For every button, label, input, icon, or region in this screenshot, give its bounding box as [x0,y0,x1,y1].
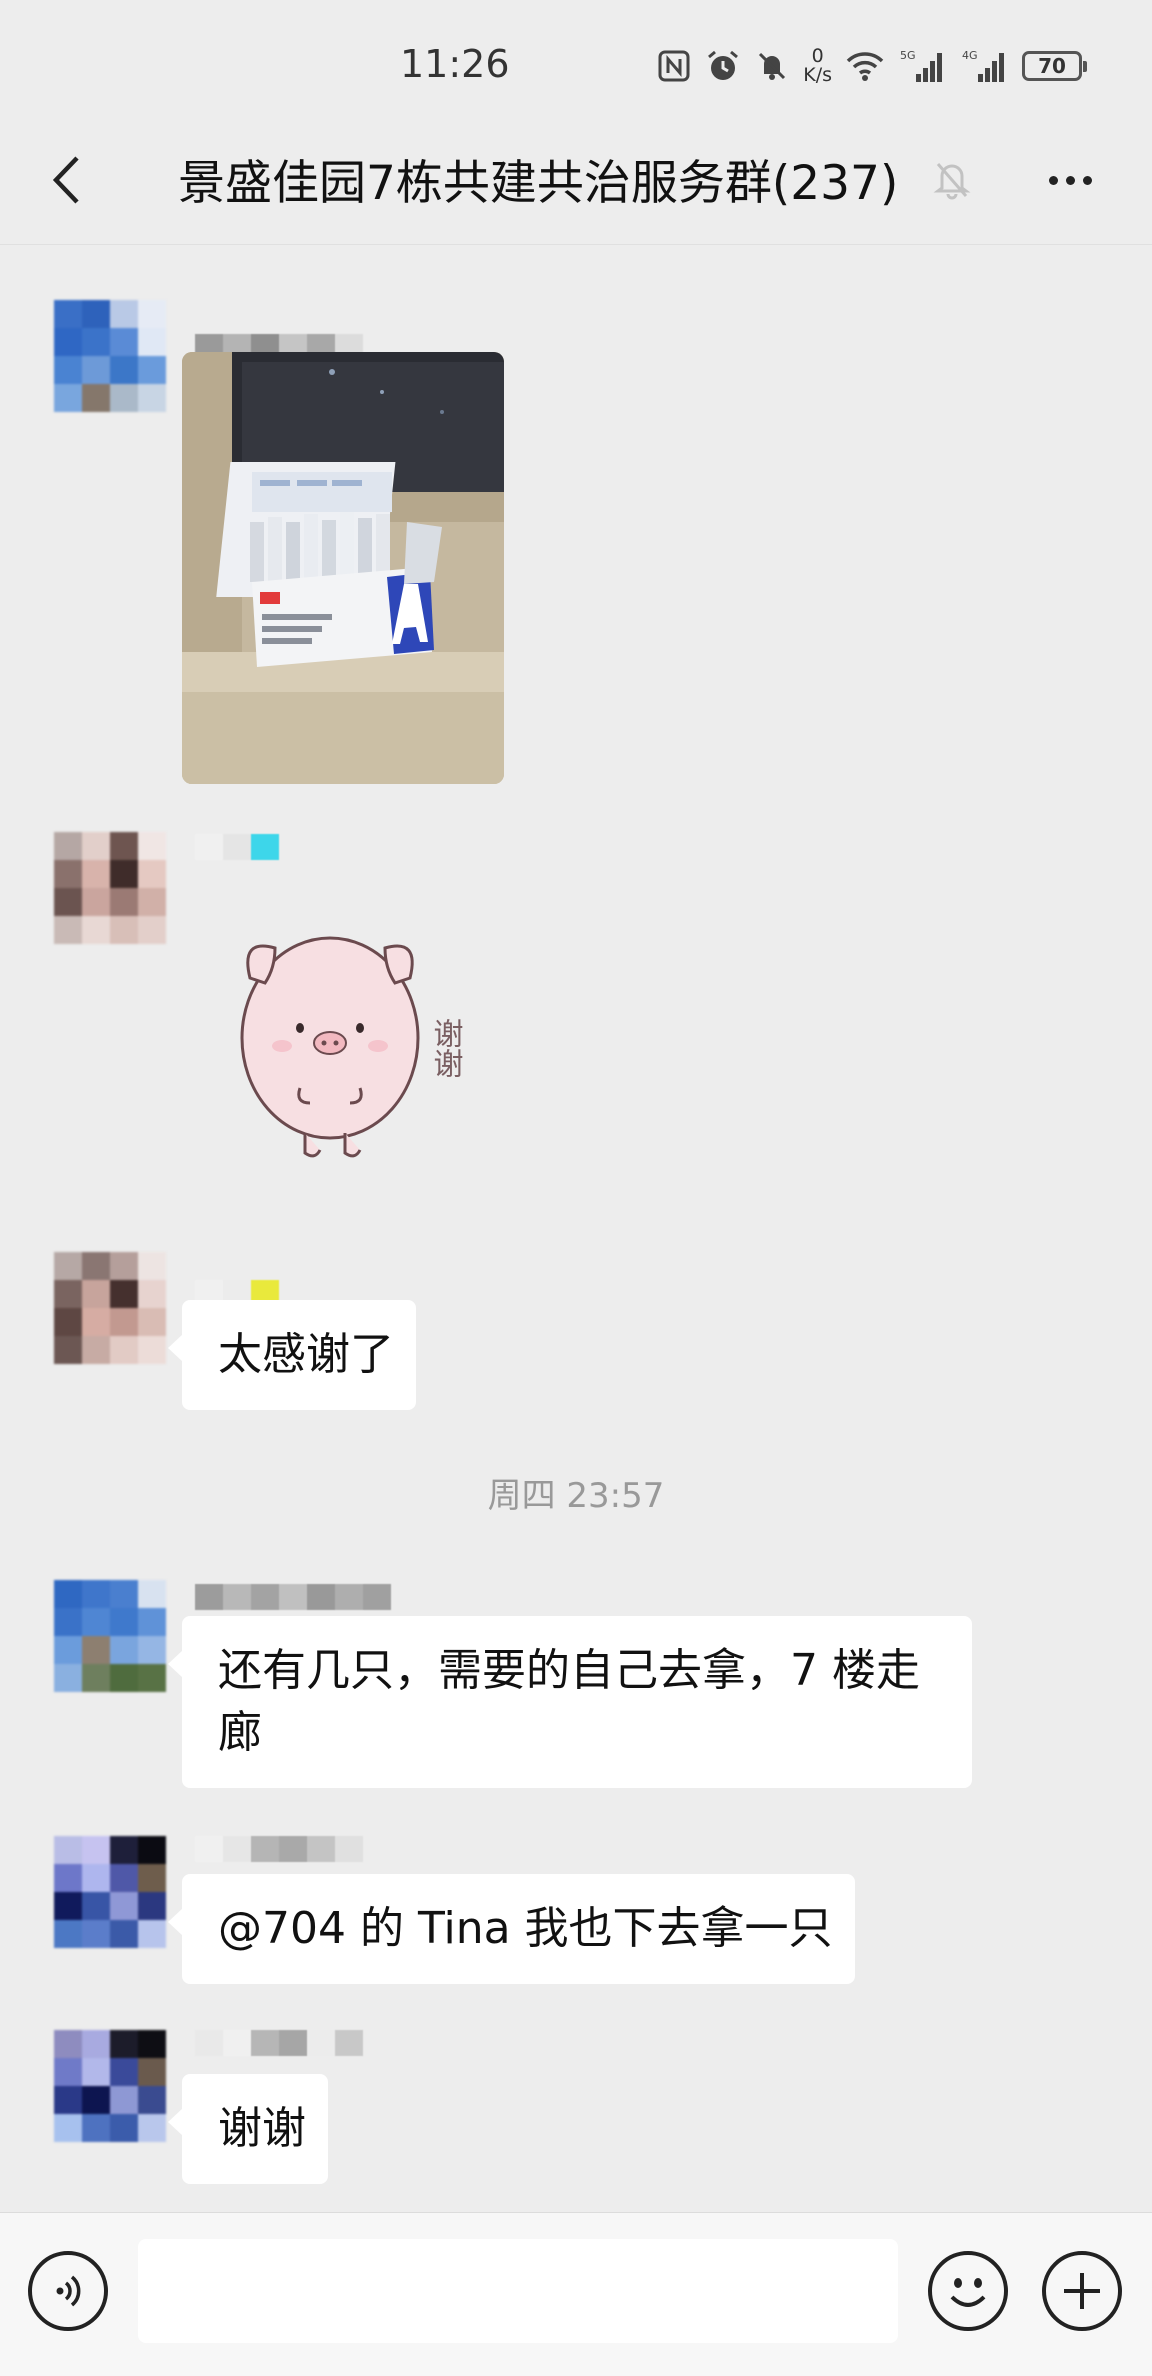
chat-header: 景盛佳园7栋共建共治服务群(237) [0,130,1152,245]
voice-button[interactable] [28,2251,108,2331]
more-dots-icon [1048,175,1058,185]
chat-image[interactable] [182,352,504,784]
back-arrow-icon [52,156,79,204]
avatar[interactable] [54,1252,166,1364]
test-kit-box-photo [182,352,504,784]
svg-text:4G: 4G [962,49,978,62]
mute-notification-icon [759,52,786,80]
message-timestamp: 周四 23:57 [487,1476,665,1516]
signal-5g-icon: 5G [900,49,942,82]
status-icons: 0 K/s 5G 4G 70 [657,45,1087,86]
pig-thank-you-sticker[interactable]: 谢谢 [220,918,500,1178]
nfc-icon [658,50,690,82]
plus-icon [1064,2273,1100,2309]
input-bar [0,2212,1152,2376]
emoji-button[interactable] [928,2251,1008,2331]
voice-icon [56,2275,81,2307]
svg-text:5G: 5G [900,49,916,62]
avatar[interactable] [54,2030,166,2142]
battery-indicator: 70 [1022,51,1087,81]
message-bubble[interactable]: 谢谢 [168,2074,328,2184]
network-speed: 0 K/s [803,45,832,86]
avatar[interactable] [54,1836,166,1948]
more-functions-button[interactable] [1042,2251,1122,2331]
sender-name-redacted [195,1836,363,1866]
more-options-button[interactable] [1040,155,1100,205]
muted-bell-icon [933,163,971,200]
status-bar: 11:26 0 K/s 5G 4G 70 [0,0,1152,130]
message-bubble[interactable]: 太感谢了 [168,1300,416,1410]
status-time: 11:26 [400,42,510,86]
svg-text:谢谢: 谢谢 [428,1018,463,1078]
avatar[interactable] [54,832,166,944]
wifi-icon [846,52,884,81]
sender-name-redacted [195,834,279,864]
avatar[interactable] [54,300,166,412]
back-button[interactable] [36,150,96,210]
message-bubble[interactable]: 还有几只，需要的自己去拿，7 楼走廊 [168,1616,972,1788]
chat-title[interactable]: 景盛佳园7栋共建共治服务群(237) [178,144,898,213]
message-bubble[interactable]: @704 的 Tina 我也下去拿一只 [168,1874,855,1984]
avatar[interactable] [54,1580,166,1692]
sender-name-redacted [195,1584,391,1614]
alarm-icon [708,50,739,80]
sender-name-redacted [195,2030,363,2060]
message-input[interactable] [138,2239,898,2343]
signal-4g-icon: 4G [962,49,1004,82]
emoji-icon [950,2278,986,2307]
